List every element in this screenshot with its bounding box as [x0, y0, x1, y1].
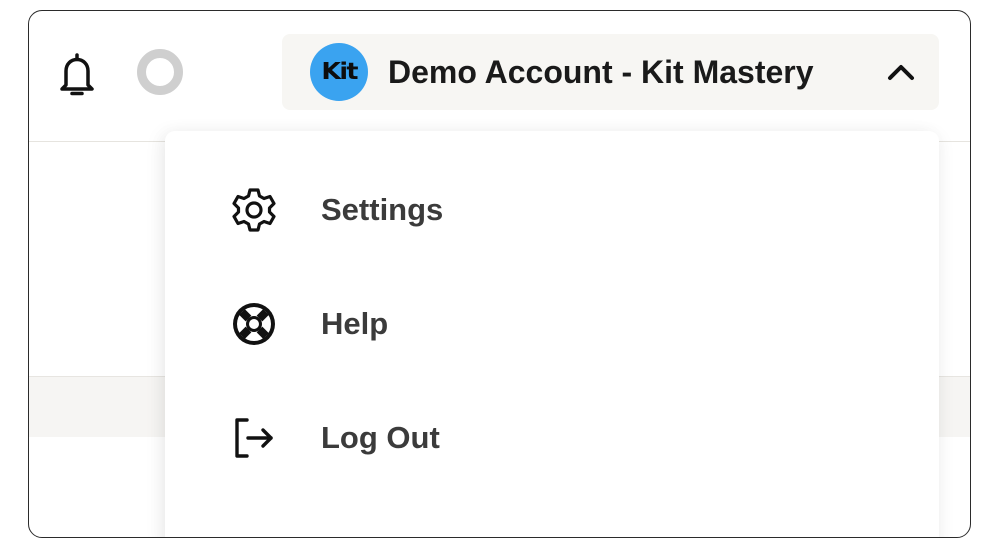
menu-item-label: Log Out	[321, 420, 440, 455]
gear-icon	[229, 185, 279, 235]
account-switcher-button[interactable]: Kit Demo Account - Kit Mastery	[282, 34, 939, 110]
chevron-up-icon[interactable]	[885, 60, 917, 84]
lifebuoy-icon	[229, 299, 279, 349]
bell-icon[interactable]	[57, 51, 97, 99]
kit-logo-text: Kit	[321, 59, 358, 85]
account-dropdown-menu: Settings Help Log Out	[165, 131, 939, 537]
menu-item-settings[interactable]: Settings	[165, 160, 939, 260]
kit-logo: Kit	[310, 43, 368, 101]
avatar[interactable]	[137, 49, 183, 95]
menu-item-label: Help	[321, 306, 389, 341]
menu-item-log-out[interactable]: Log Out	[165, 388, 939, 488]
logout-icon	[229, 413, 279, 463]
menu-item-label: Settings	[321, 192, 444, 227]
menu-item-help[interactable]: Help	[165, 274, 939, 374]
app-window: Kit Demo Account - Kit Mastery Settings	[28, 10, 971, 538]
account-name: Demo Account - Kit Mastery	[388, 53, 814, 90]
